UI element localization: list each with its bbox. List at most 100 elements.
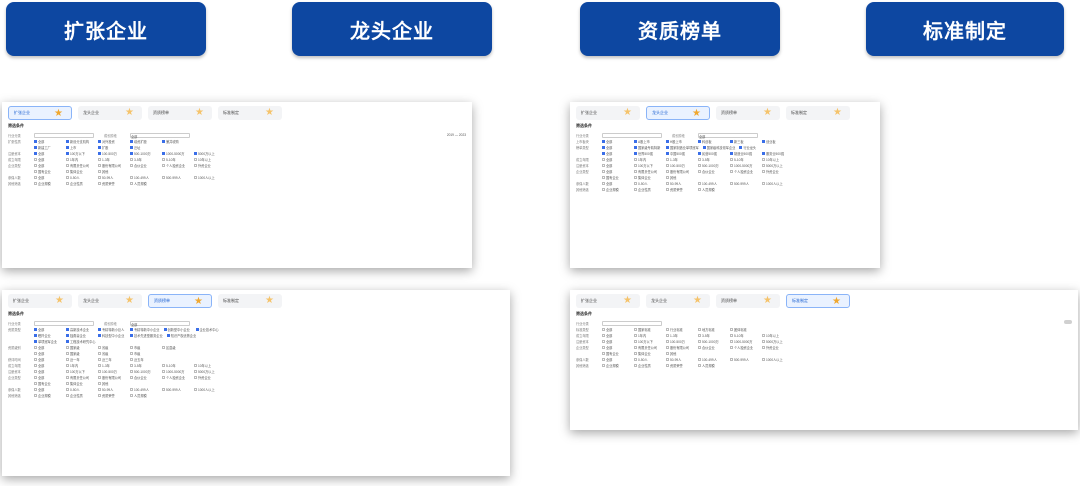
filter-option[interactable]: 500-999人 <box>162 175 190 180</box>
filter-option[interactable]: 1000-5000万 <box>162 369 190 374</box>
filter-option[interactable]: 迁址 <box>130 145 158 150</box>
filter-option[interactable]: 企业规模 <box>602 363 630 368</box>
filter-option[interactable]: 合伙企业 <box>130 163 158 168</box>
filter-option[interactable]: 500-1000万 <box>130 369 158 374</box>
filter-option[interactable]: 100-499人 <box>130 175 158 180</box>
filter-option[interactable]: 企业技术中心 <box>195 327 224 332</box>
filter-option[interactable]: 全部 <box>34 175 62 180</box>
filter-option[interactable]: 全部 <box>602 327 630 332</box>
filter-option[interactable]: 资质荣誉 <box>98 393 126 398</box>
filter-option[interactable]: 股份有限公司 <box>666 345 694 350</box>
filter-option[interactable]: 500-999人 <box>162 387 190 392</box>
filter-option[interactable]: 外资企业 <box>194 163 222 168</box>
filter-option[interactable]: 3-5年 <box>130 363 158 368</box>
filter-option[interactable]: 资质荣誉 <box>666 187 694 192</box>
filter-option[interactable]: 10年以上 <box>194 157 222 162</box>
filter-option[interactable]: 1000-5000万 <box>162 151 190 156</box>
filter-option[interactable]: 全部 <box>602 339 630 344</box>
filter-option[interactable]: 行业龙头 <box>739 145 767 150</box>
filter-option[interactable]: 区县级 <box>162 345 190 350</box>
tab[interactable]: 龙头企业 ★ <box>78 106 142 120</box>
tab[interactable]: 资质榜单 ★ <box>148 294 212 308</box>
filter-option[interactable]: 10年以上 <box>762 157 790 162</box>
filter-option[interactable]: 1000-5000万 <box>730 339 758 344</box>
tab[interactable]: 标准制定 ★ <box>218 106 282 120</box>
filter-option[interactable]: 全部 <box>34 351 62 356</box>
filter-option[interactable]: 全部 <box>34 363 62 368</box>
filter-option[interactable]: 创新型中小企业 <box>163 327 192 332</box>
filter-option[interactable]: 股份有限公司 <box>98 375 126 380</box>
tab[interactable]: 资质榜单 ★ <box>716 294 780 308</box>
filter-option[interactable]: 中国500强 <box>666 151 694 156</box>
industry-select[interactable] <box>602 132 662 138</box>
filter-option[interactable]: 1000人以上 <box>194 175 222 180</box>
filter-option[interactable]: 全部 <box>602 181 630 186</box>
filter-option[interactable]: 1-3年 <box>666 157 694 162</box>
filter-option[interactable]: 5-10年 <box>730 333 758 338</box>
filter-option[interactable]: 合伙企业 <box>698 169 726 174</box>
filter-option[interactable]: 国家级科技领军企业 <box>702 145 735 150</box>
industry-select[interactable] <box>34 132 94 138</box>
filter-option[interactable]: 100万以下 <box>66 369 94 374</box>
filter-option[interactable]: 企业性质 <box>634 363 662 368</box>
filter-option[interactable]: 100万以下 <box>634 163 662 168</box>
filter-option[interactable]: 近一年 <box>66 357 94 362</box>
filter-option[interactable]: 其他 <box>98 381 126 386</box>
filter-option[interactable]: 个人独资企业 <box>162 163 190 168</box>
filter-option[interactable]: 企业规模 <box>34 181 62 186</box>
filter-option[interactable]: 合伙企业 <box>130 375 158 380</box>
filter-option[interactable]: 人员规模 <box>698 187 726 192</box>
filter-option[interactable]: 单项冠军企业 <box>34 339 62 344</box>
filter-option[interactable]: 资质荣誉 <box>98 181 126 186</box>
filter-option[interactable]: 5000万以上 <box>762 339 790 344</box>
filter-option[interactable]: 集体企业 <box>634 351 662 356</box>
filter-option[interactable]: 全部 <box>34 327 62 332</box>
filter-option[interactable]: 0-50人 <box>66 387 94 392</box>
tab[interactable]: 龙头企业 ★ <box>646 106 710 120</box>
filter-option[interactable]: 市级 <box>130 345 158 350</box>
year-range[interactable]: 2019 — 2023 <box>447 133 466 137</box>
filter-option[interactable]: 500-1000万 <box>698 339 726 344</box>
filter-option[interactable]: 3-5年 <box>698 333 726 338</box>
filter-option[interactable]: 100-500万 <box>98 369 126 374</box>
filter-option[interactable]: 企业性质 <box>634 187 662 192</box>
filter-option[interactable]: 个人独资企业 <box>730 345 758 350</box>
filter-option[interactable]: 10年以上 <box>194 363 222 368</box>
filter-option[interactable]: 科技型中小企业 <box>98 333 126 338</box>
filter-option[interactable]: 高新技术企业 <box>66 327 94 332</box>
filter-option[interactable]: 人员规模 <box>130 181 158 186</box>
filter-option[interactable]: 近三年 <box>98 357 126 362</box>
filter-option[interactable]: 市级 <box>130 351 158 356</box>
filter-option[interactable]: 新建工厂 <box>34 145 62 150</box>
filter-option[interactable]: 其他 <box>666 175 694 180</box>
filter-option[interactable]: 100-500万 <box>98 151 126 156</box>
filter-option[interactable]: 企业规模 <box>602 187 630 192</box>
filter-option[interactable]: 50-99人 <box>666 357 694 362</box>
filter-option[interactable]: 1年内 <box>634 157 662 162</box>
filter-option[interactable]: 全部 <box>34 151 62 156</box>
filter-option[interactable]: 人员规模 <box>698 363 726 368</box>
filter-option[interactable]: 上市 <box>66 145 94 150</box>
filter-option[interactable]: 兼并收购 <box>162 139 190 144</box>
filter-option[interactable]: 集体企业 <box>66 169 94 174</box>
filter-option[interactable]: 企业性质 <box>66 181 94 186</box>
filter-option[interactable]: 5-10年 <box>730 157 758 162</box>
filter-option[interactable]: 国家级专精特新 <box>634 145 662 150</box>
filter-option[interactable]: 科创板 <box>698 139 726 144</box>
filter-option[interactable]: 0-50人 <box>634 181 662 186</box>
filter-option[interactable]: 5000万以上 <box>194 151 222 156</box>
filter-option[interactable]: 500-999人 <box>730 181 758 186</box>
filter-option[interactable]: 1年内 <box>66 363 94 368</box>
filter-option[interactable]: 10年以上 <box>762 333 790 338</box>
filter-option[interactable]: 全部 <box>602 139 630 144</box>
filter-option[interactable]: 股份有限公司 <box>98 163 126 168</box>
industry-select[interactable] <box>602 320 662 326</box>
filter-option[interactable]: 1-3年 <box>666 333 694 338</box>
filter-option[interactable]: 集体企业 <box>66 381 94 386</box>
filter-option[interactable]: 0-50人 <box>634 357 662 362</box>
filter-option[interactable]: 有限责任公司 <box>634 169 662 174</box>
filter-option[interactable]: 省级 <box>98 351 126 356</box>
filter-option[interactable]: 新设分支机构 <box>66 139 94 144</box>
filter-option[interactable]: 合伙企业 <box>698 345 726 350</box>
tab[interactable]: 龙头企业 ★ <box>646 294 710 308</box>
